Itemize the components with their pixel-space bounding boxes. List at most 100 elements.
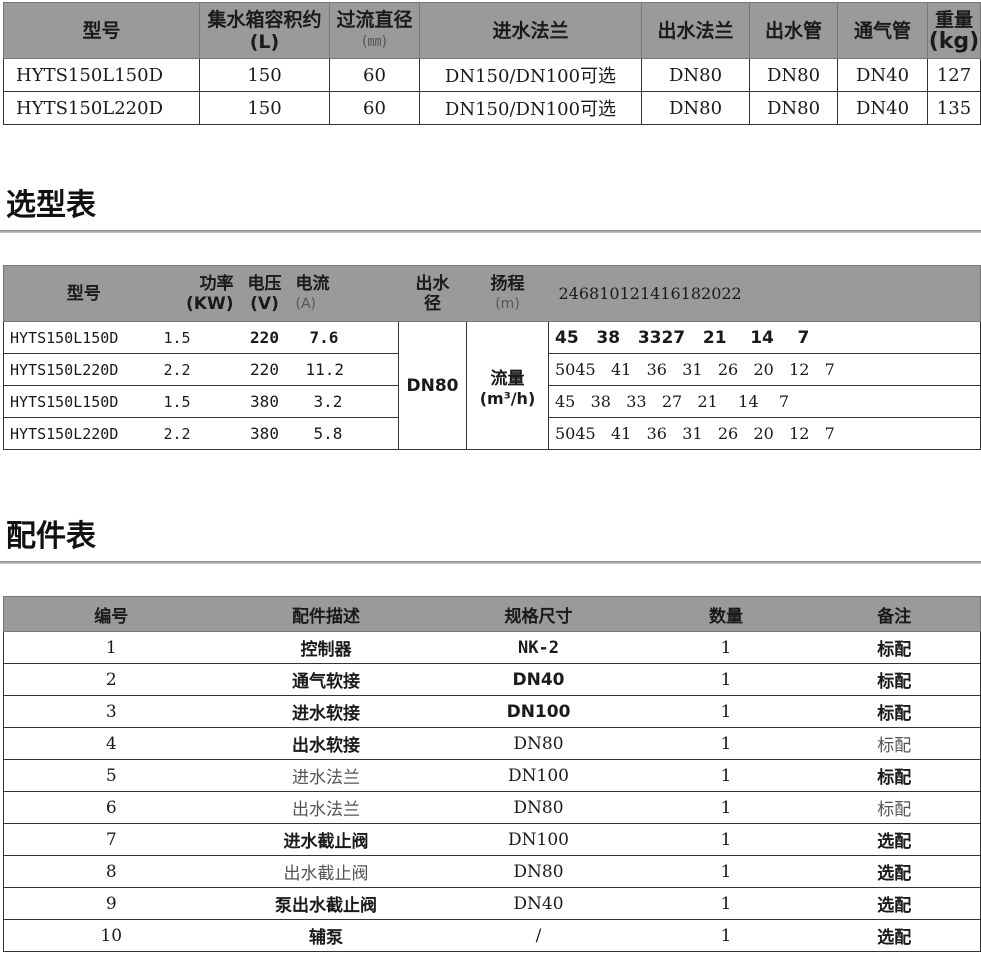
spec-cell-vent-pipe: DN40: [837, 91, 928, 125]
parts-cell-description: 辅泵: [218, 919, 434, 952]
parts-cell-size: DN80: [433, 855, 644, 888]
spec-cell-weight: 127: [927, 58, 981, 92]
parts-cell-number: 8: [3, 855, 219, 888]
spec-header-outlet-pipe: 出水管: [749, 2, 838, 59]
parts-cell-description: 出水软接: [218, 727, 434, 760]
sel-cell-power: 1.5: [163, 321, 234, 354]
table-row: 2 通气软接 DN40 1 标配: [3, 663, 981, 696]
spec-header-weight: 重量 (kg): [927, 2, 981, 59]
parts-cell-description: 出水截止阀: [218, 855, 434, 888]
sel-cell-flows: 5045 41 36 31 26 20 12 7: [548, 417, 981, 450]
parts-header-size: 规格尺寸: [433, 596, 644, 632]
sel-header-voltage: 电压 (V): [233, 265, 296, 322]
parts-cell-number: 9: [3, 887, 219, 920]
parts-cell-description: 控制器: [218, 631, 434, 664]
parts-cell-description: 进水截止阀: [218, 823, 434, 856]
parts-header-number: 编号: [3, 596, 219, 632]
parts-cell-description: 进水软接: [218, 695, 434, 728]
spec-header-diameter-unit: (㎜): [362, 33, 387, 50]
sel-header-outlet-label: 出水: [415, 273, 450, 294]
table-row: 1 控制器 NK-2 1 标配: [3, 631, 981, 664]
sel-header-lift-values: 246810121416182022: [548, 265, 981, 322]
spec-cell-volume: 150: [199, 58, 330, 92]
sel-cell-power: 2.2: [163, 353, 234, 386]
spec-cell-model: HYTS150L220D: [3, 91, 200, 125]
parts-cell-description: 通气软接: [218, 663, 434, 696]
table-row: HYTS150L150D 150 60 DN150/DN100可选 DN80 D…: [3, 58, 981, 92]
parts-cell-quantity: 1: [643, 823, 809, 856]
spec-header-volume: 集水箱容积约(L): [199, 2, 330, 59]
sel-header-lift-label: 扬程: [490, 273, 525, 294]
spec-cell-outlet-pipe: DN80: [749, 58, 838, 92]
parts-cell-quantity: 1: [643, 695, 809, 728]
sel-header-power-unit: (KW): [186, 293, 234, 314]
spec-header-outlet-flange: 出水法兰: [641, 2, 750, 59]
sel-cell-current: 11.2: [295, 353, 399, 386]
parts-cell-remark: 选配: [808, 855, 981, 888]
sel-cell-current: 3.2: [295, 385, 399, 418]
table-row: 3 进水软接 DN100 1 标配: [3, 695, 981, 728]
spec-header-vent-pipe: 通气管: [837, 2, 928, 59]
parts-cell-number: 3: [3, 695, 219, 728]
spec-cell-vent-pipe: DN40: [837, 58, 928, 92]
sel-cell-model: HYTS150L150D: [3, 385, 164, 418]
table-row: 4 出水软接 DN80 1 标配: [3, 727, 981, 760]
parts-header-remark: 备注: [808, 596, 981, 632]
parts-cell-number: 4: [3, 727, 219, 760]
parts-cell-quantity: 1: [643, 759, 809, 792]
spec-cell-inlet-flange: DN150/DN100可选: [419, 58, 642, 92]
spec-table: 型号 集水箱容积约(L) 过流直径 (㎜) 进水法兰 出水法兰 出水管 通气管 …: [3, 2, 981, 125]
parts-cell-quantity: 1: [643, 727, 809, 760]
sel-header-model: 型号: [3, 265, 164, 322]
parts-cell-remark: 标配: [808, 791, 981, 824]
sel-flow-label: 流量: [490, 368, 525, 389]
parts-cell-quantity: 1: [643, 855, 809, 888]
table-row: 10 辅泵 / 1 选配: [3, 919, 981, 952]
parts-section-title: 配件表: [6, 519, 96, 554]
parts-cell-quantity: 1: [643, 887, 809, 920]
selection-table: 型号 功率 (KW) 电压 (V) 电流 (A) 出水 径 扬程 (m) 246…: [3, 265, 981, 450]
table-row: 8 出水截止阀 DN80 1 选配: [3, 855, 981, 888]
sel-cell-flow-label: 流量 (m³/h): [466, 321, 549, 450]
parts-cell-description: 出水法兰: [218, 791, 434, 824]
table-row: HYTS150L150D 1.5 220 7.6 DN80 流量 (m³/h) …: [3, 321, 981, 450]
spec-header-inlet-flange: 进水法兰: [419, 2, 642, 59]
selection-section-title: 选型表: [6, 188, 96, 223]
parts-cell-remark: 选配: [808, 823, 981, 856]
parts-cell-size: DN80: [433, 791, 644, 824]
spec-header-row: 型号 集水箱容积约(L) 过流直径 (㎜) 进水法兰 出水法兰 出水管 通气管 …: [3, 2, 981, 59]
sel-header-current-unit: (A): [295, 295, 317, 312]
parts-cell-remark: 标配: [808, 631, 981, 664]
parts-cell-size: NK-2: [433, 631, 644, 664]
spec-cell-outlet-flange: DN80: [641, 58, 750, 92]
parts-cell-size: DN100: [433, 759, 644, 792]
sel-cell-flows: 5045 41 36 31 26 20 12 7: [548, 353, 981, 386]
sel-header-outlet-label-2: 径: [424, 293, 441, 314]
parts-cell-description: 泵出水截止阀: [218, 887, 434, 920]
spec-header-diameter-label: 过流直径: [336, 8, 413, 31]
parts-cell-description: 进水法兰: [218, 759, 434, 792]
table-row: 7 进水截止阀 DN100 1 选配: [3, 823, 981, 856]
sel-header-voltage-label: 电压: [247, 273, 282, 294]
parts-cell-remark: 选配: [808, 887, 981, 920]
spec-cell-diameter: 60: [329, 58, 420, 92]
parts-cell-size: DN100: [433, 695, 644, 728]
table-row: 9 泵出水截止阀 DN40 1 选配: [3, 887, 981, 920]
spec-cell-volume: 150: [199, 91, 330, 125]
parts-cell-remark: 选配: [808, 919, 981, 952]
spec-cell-weight: 135: [927, 91, 981, 125]
spec-header-model: 型号: [3, 2, 200, 59]
parts-cell-quantity: 1: [643, 631, 809, 664]
parts-cell-number: 6: [3, 791, 219, 824]
parts-cell-number: 5: [3, 759, 219, 792]
sel-header-power: 功率 (KW): [163, 265, 234, 322]
parts-cell-size: DN40: [433, 887, 644, 920]
sel-cell-flows: 45 38 33 27 21 14 7: [548, 385, 981, 418]
parts-cell-size: /: [433, 919, 644, 952]
sel-cell-outlet: DN80: [398, 321, 467, 450]
table-row: 5 进水法兰 DN100 1 标配: [3, 759, 981, 792]
sel-header-current: 电流 (A): [295, 265, 399, 322]
sel-cell-model: HYTS150L220D: [3, 417, 164, 450]
selection-header-row: 型号 功率 (KW) 电压 (V) 电流 (A) 出水 径 扬程 (m) 246…: [3, 265, 981, 322]
table-row: HYTS150L220D 150 60 DN150/DN100可选 DN80 D…: [3, 91, 981, 125]
